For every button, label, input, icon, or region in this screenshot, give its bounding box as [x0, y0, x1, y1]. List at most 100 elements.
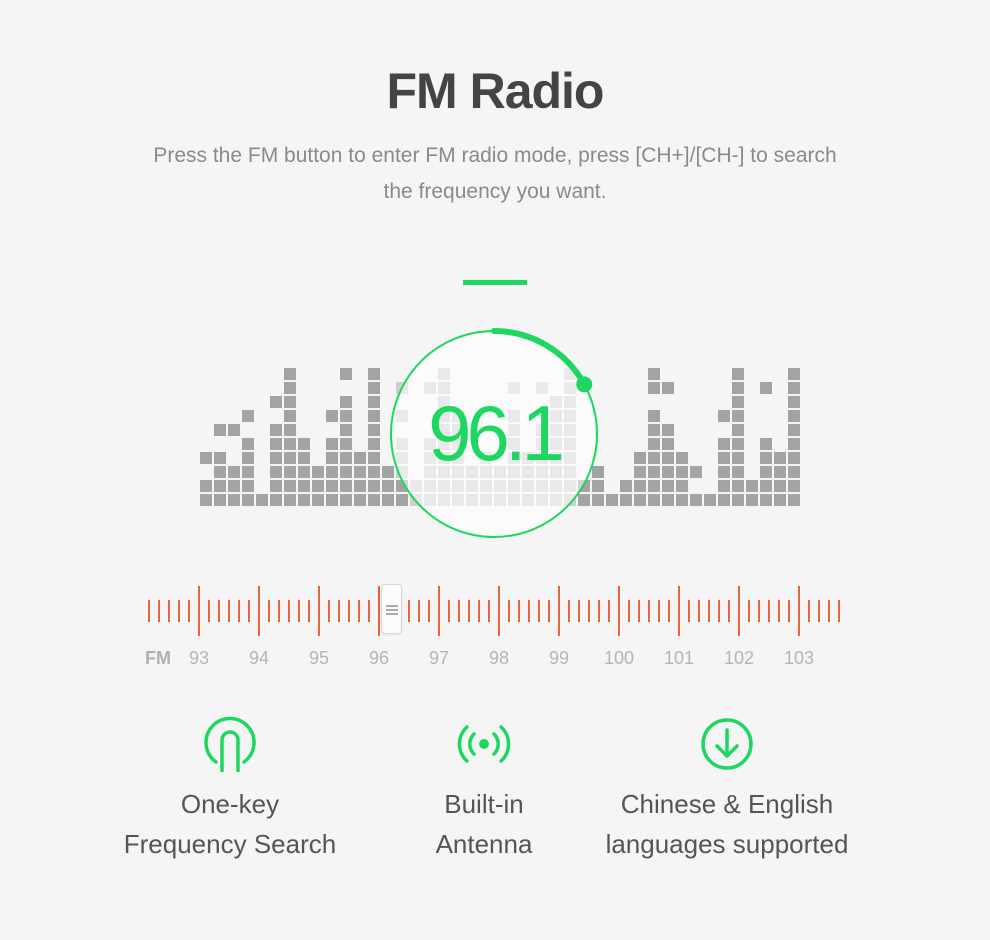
equalizer-cell [634, 494, 646, 506]
equalizer-cell [326, 438, 338, 450]
equalizer-cell [732, 466, 744, 478]
minor-tick [508, 600, 510, 622]
equalizer-cell [438, 368, 450, 380]
frequency-label: 99 [548, 648, 570, 668]
equalizer-cell [368, 452, 380, 464]
equalizer-cell [284, 396, 296, 408]
equalizer-cell [438, 480, 450, 492]
equalizer-cell [732, 382, 744, 394]
equalizer-cell [788, 438, 800, 450]
equalizer-cell [312, 480, 324, 492]
minor-tick [368, 600, 370, 622]
equalizer-cell [410, 494, 422, 506]
equalizer-cell [634, 466, 646, 478]
minor-tick [788, 600, 790, 622]
minor-tick [748, 600, 750, 622]
equalizer-cell [228, 494, 240, 506]
major-tick [198, 586, 200, 636]
equalizer-cell [214, 480, 226, 492]
equalizer-cell [284, 424, 296, 436]
frequency-label: 103 [783, 648, 815, 668]
minor-tick [158, 600, 160, 622]
equalizer-cell [466, 494, 478, 506]
equalizer-cell [788, 368, 800, 380]
major-tick [318, 586, 320, 636]
equalizer-cell [200, 480, 212, 492]
equalizer-cell [270, 480, 282, 492]
equalizer-cell [704, 494, 716, 506]
feature-built-in-antenna: Built-in Antenna [404, 712, 564, 864]
equalizer-cell [620, 494, 632, 506]
major-tick [498, 586, 500, 636]
equalizer-cell [214, 424, 226, 436]
minor-tick [768, 600, 770, 622]
search-signal-icon [204, 716, 256, 772]
equalizer-cell [508, 480, 520, 492]
minor-tick [838, 600, 840, 622]
equalizer-cell [536, 494, 548, 506]
frequency-label: 93 [188, 648, 210, 668]
equalizer-cell [676, 494, 688, 506]
minor-tick [528, 600, 530, 622]
equalizer-cell [354, 480, 366, 492]
frequency-label: 101 [663, 648, 695, 668]
minor-tick [668, 600, 670, 622]
frequency-label: 97 [428, 648, 450, 668]
major-tick [678, 586, 680, 636]
minor-tick [628, 600, 630, 622]
frequency-readout: 96.1 [428, 389, 565, 477]
equalizer-cell [592, 494, 604, 506]
equalizer-cell [760, 452, 772, 464]
tuner-ruler[interactable] [0, 580, 990, 640]
equalizer-cell [676, 466, 688, 478]
minor-tick [268, 600, 270, 622]
equalizer-cell [228, 424, 240, 436]
equalizer-cell [284, 494, 296, 506]
equalizer-cell [326, 494, 338, 506]
equalizer-cell [368, 410, 380, 422]
grip-icon [386, 605, 398, 617]
equalizer-cell [788, 480, 800, 492]
equalizer-cell [648, 494, 660, 506]
download-arrow-icon [701, 718, 753, 770]
equalizer-cell [312, 494, 324, 506]
equalizer-cell [298, 494, 310, 506]
equalizer-cell [732, 438, 744, 450]
equalizer-cell [326, 410, 338, 422]
equalizer-cell [522, 494, 534, 506]
minor-tick [188, 600, 190, 622]
equalizer-cell [494, 494, 506, 506]
equalizer-cell [732, 452, 744, 464]
frequency-label: 100 [603, 648, 635, 668]
minor-tick [168, 600, 170, 622]
equalizer-cell [662, 480, 674, 492]
equalizer-cell [760, 480, 772, 492]
major-tick [438, 586, 440, 636]
equalizer-cell [746, 494, 758, 506]
equalizer-cell [354, 452, 366, 464]
equalizer-cell [340, 410, 352, 422]
equalizer-cell [788, 424, 800, 436]
equalizer-cell [270, 466, 282, 478]
minor-tick [348, 600, 350, 622]
minor-tick [648, 600, 650, 622]
equalizer-cell [340, 452, 352, 464]
tuner-slider-handle[interactable] [381, 584, 402, 634]
equalizer-cell [284, 452, 296, 464]
minor-tick [638, 600, 640, 622]
equalizer-cell [788, 466, 800, 478]
equalizer-cell [340, 396, 352, 408]
equalizer-cell [340, 480, 352, 492]
equalizer-cell [788, 396, 800, 408]
equalizer-cell [242, 494, 254, 506]
minor-tick [218, 600, 220, 622]
equalizer-cell [564, 480, 576, 492]
equalizer-cell [648, 410, 660, 422]
equalizer-cell [284, 466, 296, 478]
equalizer-cell [452, 494, 464, 506]
equalizer-cell [354, 494, 366, 506]
equalizer-cell [648, 466, 660, 478]
equalizer-cell [648, 382, 660, 394]
equalizer-cell [340, 424, 352, 436]
band-label: FM [145, 648, 171, 668]
